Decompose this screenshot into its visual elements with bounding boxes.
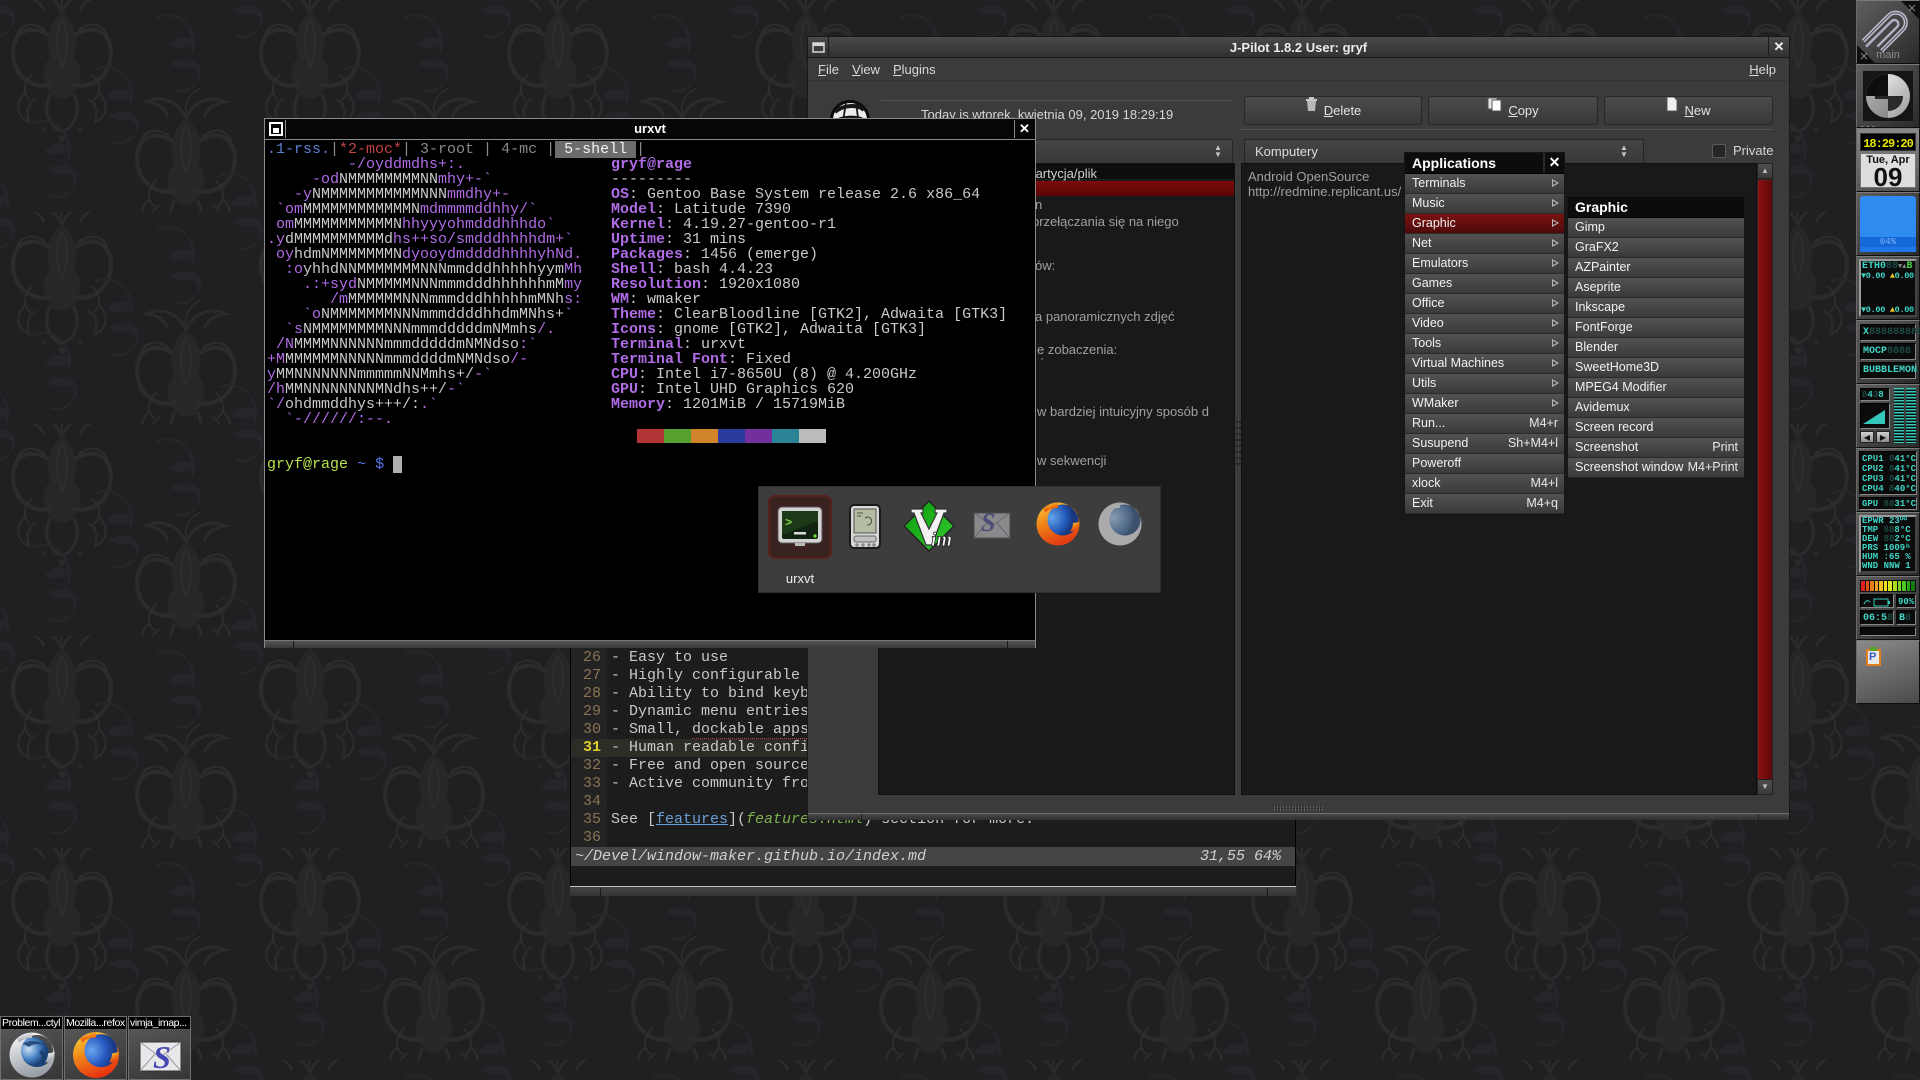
svg-text:>: > bbox=[785, 516, 792, 530]
svg-text:im: im bbox=[931, 529, 952, 551]
svg-text:S: S bbox=[981, 509, 995, 537]
svg-text:S: S bbox=[153, 1039, 171, 1073]
